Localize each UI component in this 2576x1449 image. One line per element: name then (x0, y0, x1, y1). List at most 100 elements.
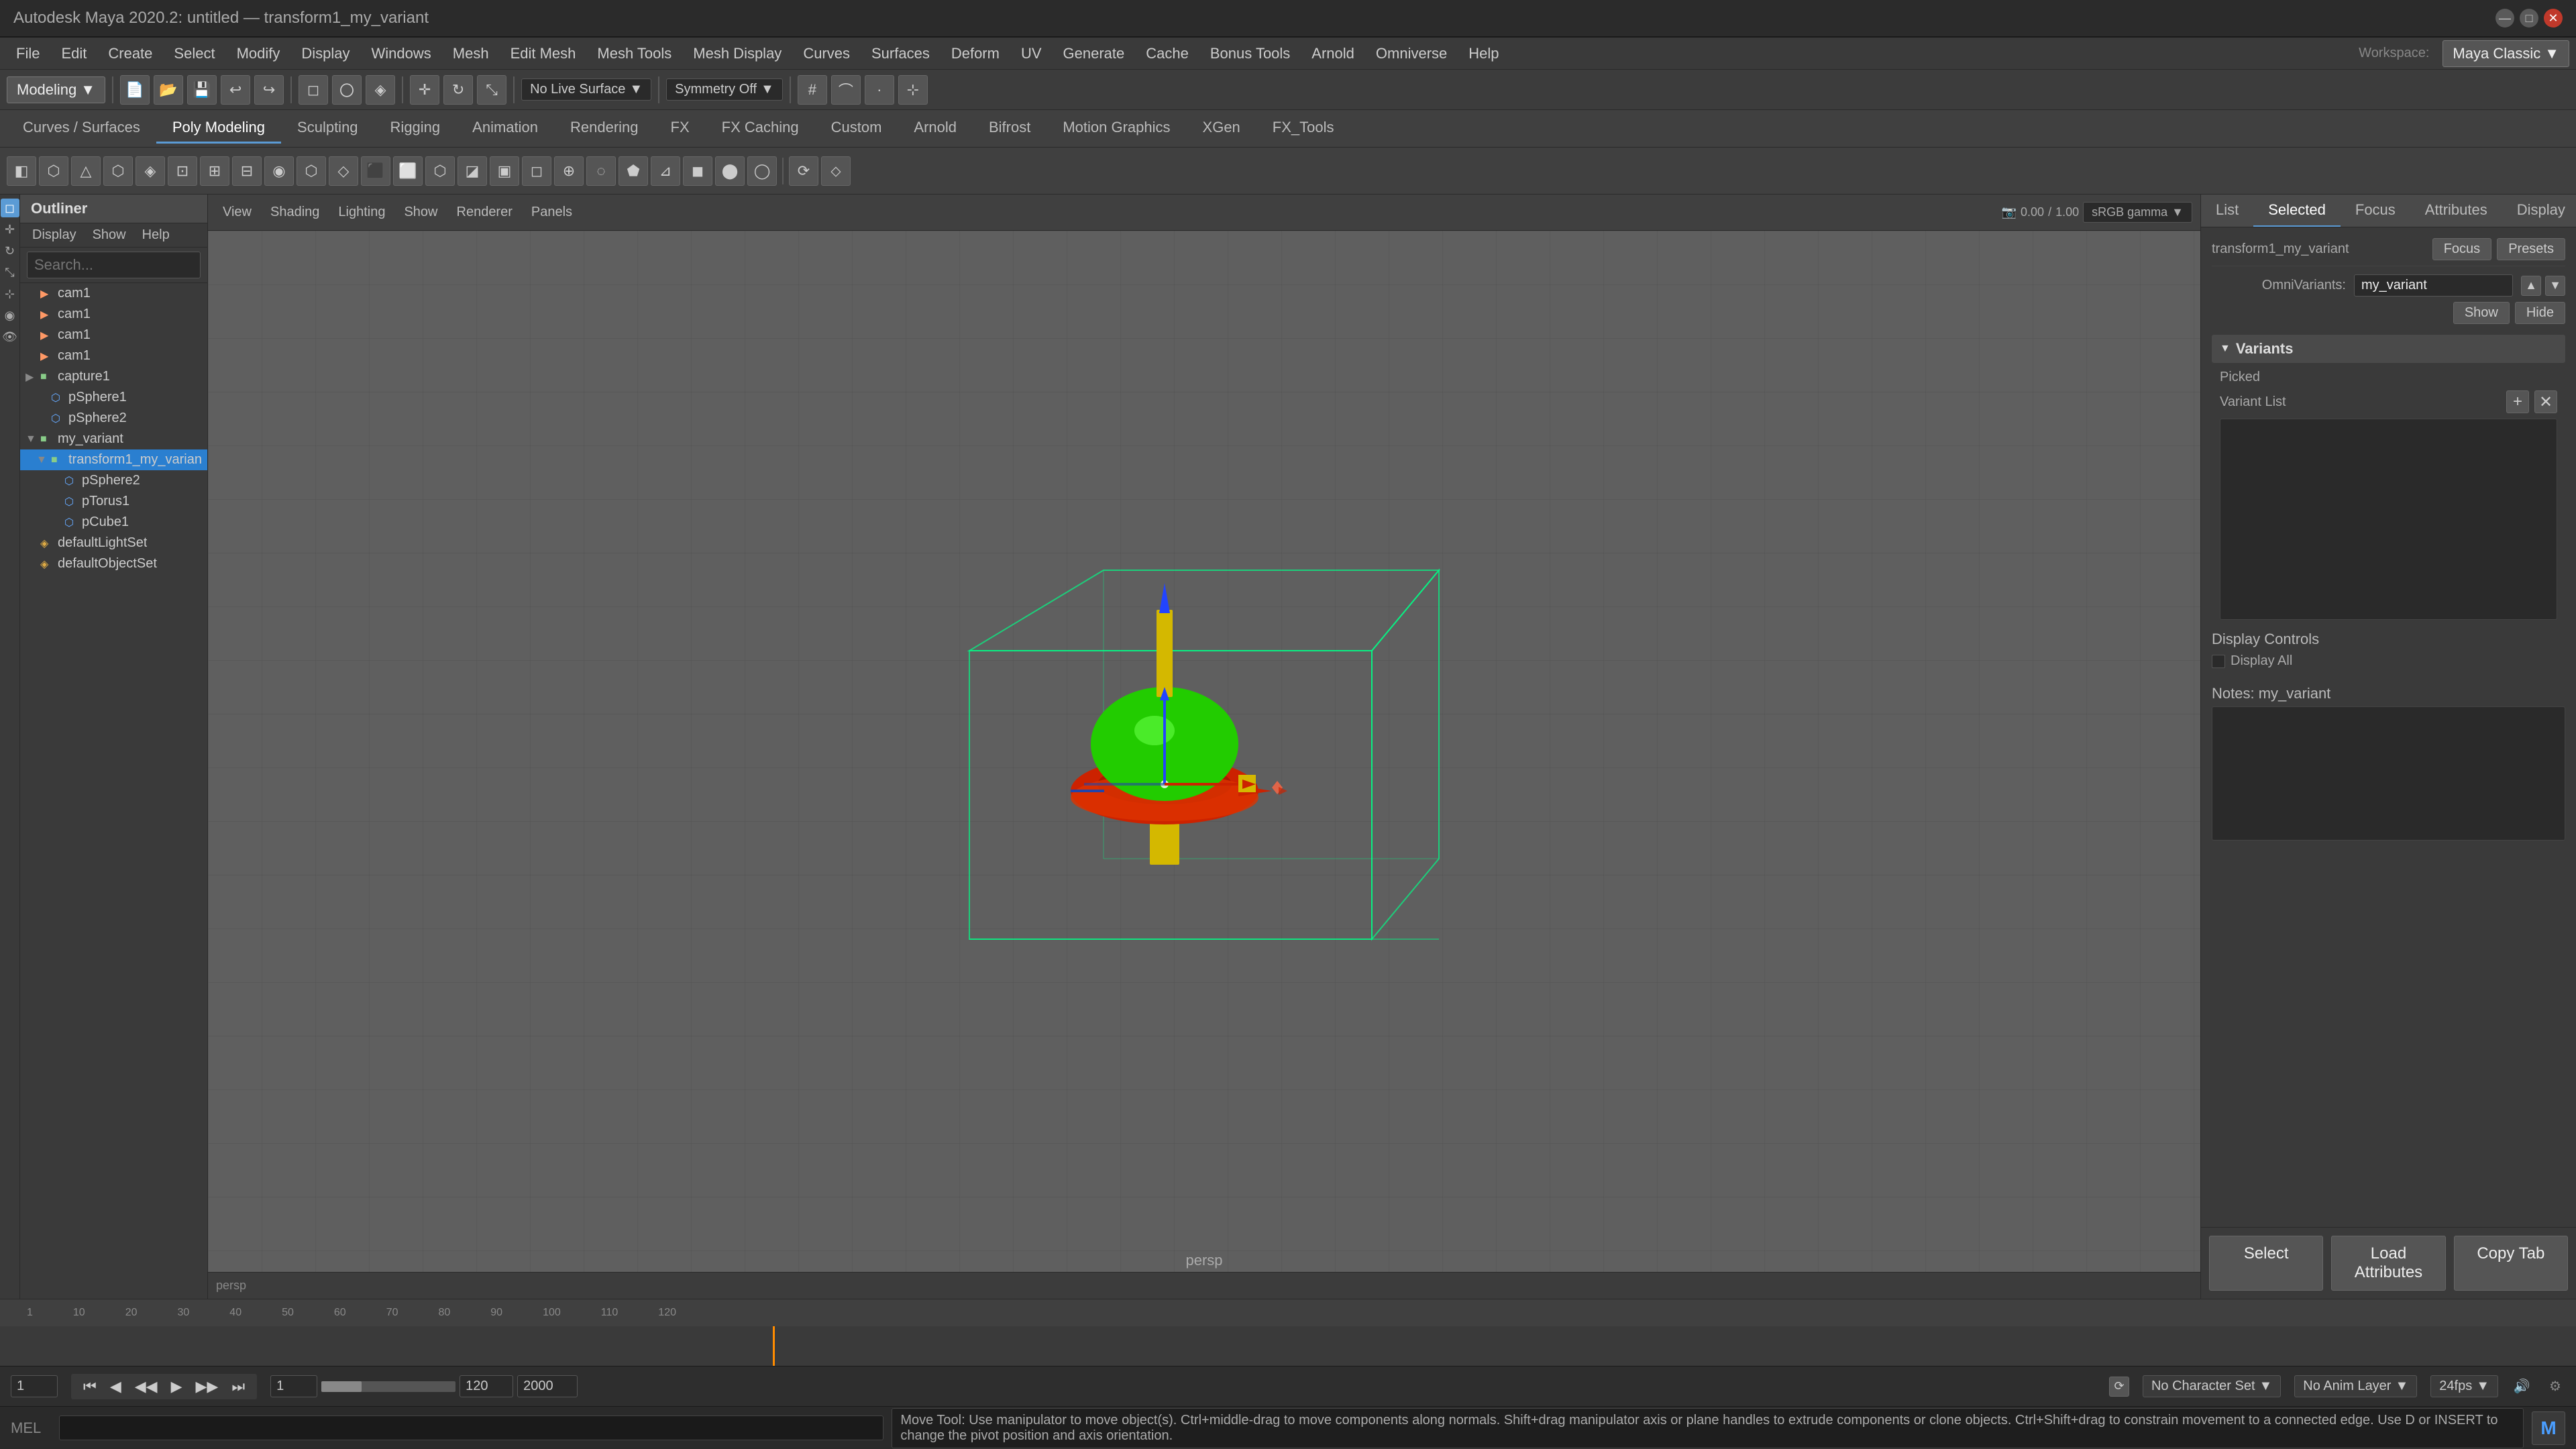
tool-11[interactable]: ◇ (329, 156, 358, 186)
paint-tool-button[interactable]: ◈ (366, 75, 395, 105)
hide-button[interactable]: Hide (2515, 302, 2565, 324)
menu-file[interactable]: File (7, 42, 49, 65)
tab-list[interactable]: List (2201, 195, 2253, 227)
tree-item-cam1d[interactable]: ▶ cam1 (20, 345, 207, 366)
outliner-menu-show[interactable]: Show (86, 226, 133, 244)
snap-curve-button[interactable]: ⌒ (831, 75, 861, 105)
maximize-button[interactable]: □ (2520, 9, 2538, 28)
tool-16[interactable]: ▣ (490, 156, 519, 186)
vp-menu-view[interactable]: View (216, 202, 258, 223)
no-live-surface[interactable]: No Live Surface ▼ (521, 78, 651, 101)
tab-curves-surfaces[interactable]: Curves / Surfaces (7, 113, 156, 144)
menu-windows[interactable]: Windows (362, 42, 441, 65)
tab-fx-caching[interactable]: FX Caching (706, 113, 815, 144)
range-max-input[interactable] (517, 1375, 578, 1397)
lasso-tool-button[interactable]: 〇 (332, 75, 362, 105)
tree-item-psphere2-a[interactable]: ⬡ pSphere2 (20, 408, 207, 429)
scale-tool-button[interactable]: ⤡ (477, 75, 506, 105)
command-input[interactable] (59, 1415, 883, 1440)
menu-modify[interactable]: Modify (227, 42, 290, 65)
vp-menu-lighting[interactable]: Lighting (331, 202, 392, 223)
menu-arnold[interactable]: Arnold (1302, 42, 1364, 65)
select-icon[interactable]: ◻ (1, 199, 19, 217)
rotate-tool-button[interactable]: ↻ (443, 75, 473, 105)
notes-area[interactable] (2212, 706, 2565, 841)
load-attributes-button[interactable]: Load Attributes (2331, 1236, 2445, 1291)
menu-surfaces[interactable]: Surfaces (862, 42, 939, 65)
outliner-menu-help[interactable]: Help (136, 226, 176, 244)
tree-item-default-light-set[interactable]: ◈ defaultLightSet (20, 533, 207, 553)
workspace-dropdown[interactable]: Maya Classic ▼ (2443, 40, 2569, 67)
menu-generate[interactable]: Generate (1054, 42, 1134, 65)
tab-fx-tools[interactable]: FX_Tools (1256, 113, 1350, 144)
tree-item-psphere2[interactable]: ⬡ pSphere2 (20, 470, 207, 491)
tool-9[interactable]: ◉ (264, 156, 294, 186)
menu-select[interactable]: Select (164, 42, 224, 65)
tab-arnold[interactable]: Arnold (898, 113, 973, 144)
tool-8[interactable]: ⊟ (232, 156, 262, 186)
menu-help[interactable]: Help (1459, 42, 1508, 65)
tab-custom[interactable]: Custom (815, 113, 898, 144)
redo-button[interactable]: ↪ (254, 75, 284, 105)
module-dropdown[interactable]: Modeling ▼ (7, 76, 105, 103)
variants-section-header[interactable]: ▼ Variants (2212, 335, 2565, 363)
presets-button[interactable]: Presets (2497, 238, 2565, 260)
settings-icon[interactable]: ⚙ (2545, 1377, 2565, 1397)
tab-sculpting[interactable]: Sculpting (281, 113, 374, 144)
minimize-button[interactable]: — (2496, 9, 2514, 28)
no-character-set-dropdown[interactable]: No Character Set ▼ (2143, 1375, 2281, 1397)
vp-menu-renderer[interactable]: Renderer (450, 202, 519, 223)
menu-edit[interactable]: Edit (52, 42, 96, 65)
omni-variants-up[interactable]: ▲ (2521, 276, 2541, 296)
menu-create[interactable]: Create (99, 42, 162, 65)
tree-item-my-variant[interactable]: ▼ ■ my_variant (20, 429, 207, 449)
soft-select-icon[interactable]: ◉ (1, 306, 19, 325)
tool-21[interactable]: ⊿ (651, 156, 680, 186)
timeline-playhead[interactable] (773, 1326, 775, 1366)
tool-24[interactable]: ◯ (747, 156, 777, 186)
select-button[interactable]: Select (2209, 1236, 2323, 1291)
play-end-button[interactable]: ⏭ (227, 1377, 249, 1397)
show-hide-icon[interactable]: 👁 (1, 327, 19, 346)
move-tool-button[interactable]: ✛ (410, 75, 439, 105)
play-forward-button[interactable]: ▶ (167, 1377, 186, 1397)
tool-20[interactable]: ⬟ (619, 156, 648, 186)
no-anim-layer-dropdown[interactable]: No Anim Layer ▼ (2294, 1375, 2417, 1397)
copy-tab-button[interactable]: Copy Tab (2454, 1236, 2568, 1291)
menu-bonus-tools[interactable]: Bonus Tools (1201, 42, 1299, 65)
play-start-button[interactable]: ⏮ (79, 1377, 101, 1397)
close-button[interactable]: ✕ (2544, 9, 2563, 28)
tool-23[interactable]: ⬤ (715, 156, 745, 186)
tab-selected[interactable]: Selected (2253, 195, 2341, 227)
tool-12[interactable]: ⬛ (361, 156, 390, 186)
tab-bifrost[interactable]: Bifrost (973, 113, 1046, 144)
tool-2[interactable]: ⬡ (39, 156, 68, 186)
menu-display[interactable]: Display (292, 42, 359, 65)
tool-17[interactable]: ◻ (522, 156, 551, 186)
tool-5[interactable]: ◈ (136, 156, 165, 186)
vp-menu-panels[interactable]: Panels (525, 202, 579, 223)
vp-menu-shading[interactable]: Shading (264, 202, 326, 223)
menu-mesh[interactable]: Mesh (443, 42, 498, 65)
tab-animation[interactable]: Animation (456, 113, 554, 144)
menu-edit-mesh[interactable]: Edit Mesh (501, 42, 586, 65)
tab-rendering[interactable]: Rendering (554, 113, 655, 144)
menu-mesh-tools[interactable]: Mesh Tools (588, 42, 681, 65)
new-scene-button[interactable]: 📄 (120, 75, 150, 105)
display-all-checkbox[interactable] (2212, 655, 2225, 668)
symmetry-off[interactable]: Symmetry Off ▼ (666, 78, 783, 101)
tab-motion-graphics[interactable]: Motion Graphics (1046, 113, 1186, 144)
maya-logo[interactable]: M (2532, 1411, 2565, 1445)
snap-surface-button[interactable]: ⊹ (898, 75, 928, 105)
tool-4[interactable]: ⬡ (103, 156, 133, 186)
tool-1[interactable]: ◧ (7, 156, 36, 186)
tab-xgen[interactable]: XGen (1187, 113, 1256, 144)
tree-item-default-object-set[interactable]: ◈ defaultObjectSet (20, 553, 207, 574)
play-next-button[interactable]: ▶▶ (192, 1377, 223, 1397)
snap-point-button[interactable]: · (865, 75, 894, 105)
menu-uv[interactable]: UV (1012, 42, 1051, 65)
select-tool-button[interactable]: ◻ (299, 75, 328, 105)
tool-6[interactable]: ⊡ (168, 156, 197, 186)
range-slider[interactable] (321, 1381, 455, 1392)
tool-14[interactable]: ⬡ (425, 156, 455, 186)
